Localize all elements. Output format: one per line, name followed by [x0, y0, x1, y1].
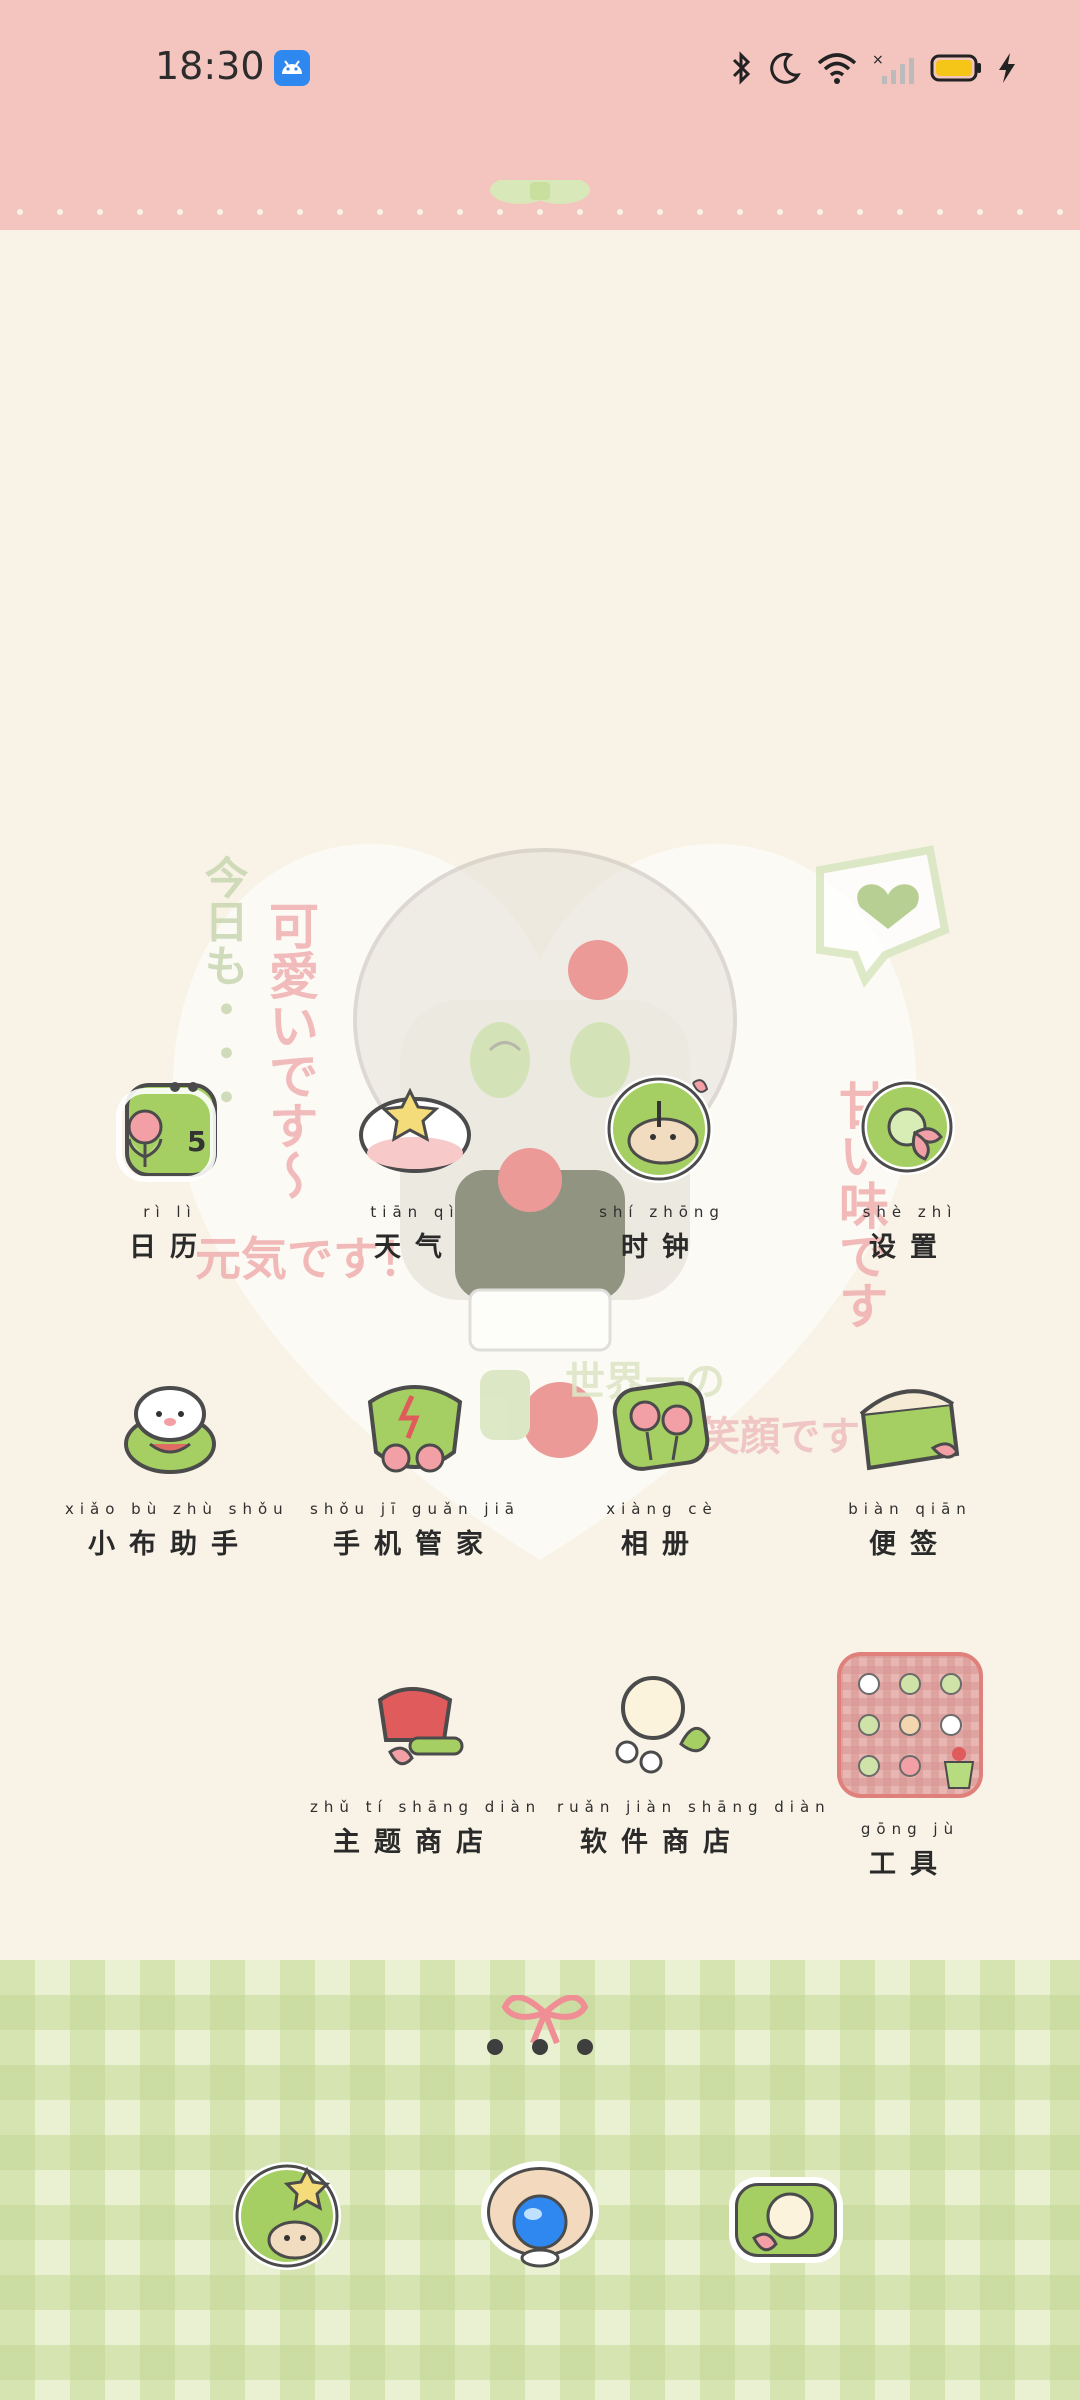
do-not-disturb-moon-icon — [770, 52, 801, 84]
svg-text:×: × — [872, 52, 884, 68]
app-tools-folder[interactable]: gōng jù 工具 — [805, 1650, 1015, 1910]
app-theme-store[interactable]: zhǔ tí shāng diàn 主题商店 — [310, 1660, 542, 1920]
svg-text:5: 5 — [187, 1125, 206, 1158]
app-pinyin: shè zhì — [862, 1203, 958, 1221]
gallery-icon — [612, 1381, 710, 1471]
app-pinyin: shǒu jī guǎn jiā — [310, 1500, 520, 1518]
app-pinyin: xiǎo bù zhù shǒu — [65, 1500, 289, 1518]
dock-app-browser[interactable] — [475, 2150, 605, 2280]
app-label: 时钟 — [621, 1232, 703, 1263]
app-label: 小布助手 — [88, 1529, 252, 1560]
dock-app-phone[interactable] — [225, 2150, 355, 2280]
app-label: 软件商店 — [580, 1827, 744, 1858]
charging-bolt-icon — [999, 53, 1015, 83]
app-pinyin: gōng jù — [860, 1820, 960, 1838]
app-label: 天气 — [374, 1232, 456, 1263]
app-pinyin: tiān qì — [370, 1203, 460, 1221]
bluetooth-icon — [732, 51, 751, 85]
app-pinyin: biàn qiān — [848, 1500, 972, 1518]
app-pinyin: ruǎn jiàn shāng diàn — [557, 1798, 831, 1816]
page-indicator — [487, 1995, 593, 2055]
phone-icon — [233, 2162, 341, 2270]
weather-icon — [359, 1087, 471, 1173]
android-notification-icon — [274, 50, 310, 86]
app-label: 设置 — [869, 1232, 951, 1263]
app-notes[interactable]: biàn qiān 便签 — [805, 1362, 1015, 1622]
camera-icon — [729, 2177, 843, 2263]
calendar-icon: 5 — [116, 1082, 217, 1182]
notes-icon — [859, 1389, 960, 1471]
app-label: 主题商店 — [333, 1827, 497, 1858]
app-pinyin: rì lì — [143, 1203, 197, 1221]
app-pinyin: xiàng cè — [606, 1500, 718, 1518]
assistant-icon — [124, 1386, 216, 1474]
app-label: 手机管家 — [333, 1529, 497, 1560]
phone-manager-icon — [367, 1385, 463, 1473]
app-clock[interactable]: shí zhōng 时钟 — [557, 1065, 767, 1325]
status-bar: 18:30 × — [0, 0, 1080, 140]
app-label: 便签 — [869, 1529, 951, 1560]
app-label: 日历 — [129, 1232, 211, 1263]
app-store-icon — [615, 1676, 711, 1774]
battery-icon — [930, 54, 981, 82]
tools-folder-icon — [837, 1652, 983, 1798]
clock-icon — [605, 1075, 713, 1183]
app-calendar[interactable]: 5 rì lì 日历 — [65, 1065, 275, 1325]
app-label: 工具 — [869, 1849, 951, 1880]
app-pinyin: zhǔ tí shāng diàn — [310, 1798, 542, 1816]
theme-store-icon — [377, 1687, 464, 1766]
dock-app-camera[interactable] — [720, 2150, 850, 2280]
app-label: 相册 — [621, 1529, 703, 1560]
status-time: 18:30 — [155, 44, 265, 88]
app-pinyin: shí zhōng — [599, 1203, 725, 1221]
page-dot-1 — [487, 2039, 503, 2055]
app-weather[interactable]: tiān qì 天气 — [310, 1065, 520, 1325]
app-phone-manager[interactable]: shǒu jī guǎn jiā 手机管家 — [310, 1362, 520, 1622]
page-dot-2 — [532, 2039, 548, 2055]
app-gallery[interactable]: xiàng cè 相册 — [557, 1362, 767, 1622]
settings-icon — [859, 1079, 955, 1175]
wifi-icon — [817, 53, 857, 84]
app-assistant[interactable]: xiǎo bù zhù shǒu 小布助手 — [65, 1362, 289, 1622]
browser-icon — [481, 2161, 599, 2268]
app-settings[interactable]: shè zhì 设置 — [805, 1065, 1015, 1325]
app-app-store[interactable]: ruǎn jiàn shāng diàn 软件商店 — [557, 1660, 831, 1920]
no-sim-signal-icon: × — [872, 52, 914, 84]
page-dot-3 — [577, 2039, 593, 2055]
